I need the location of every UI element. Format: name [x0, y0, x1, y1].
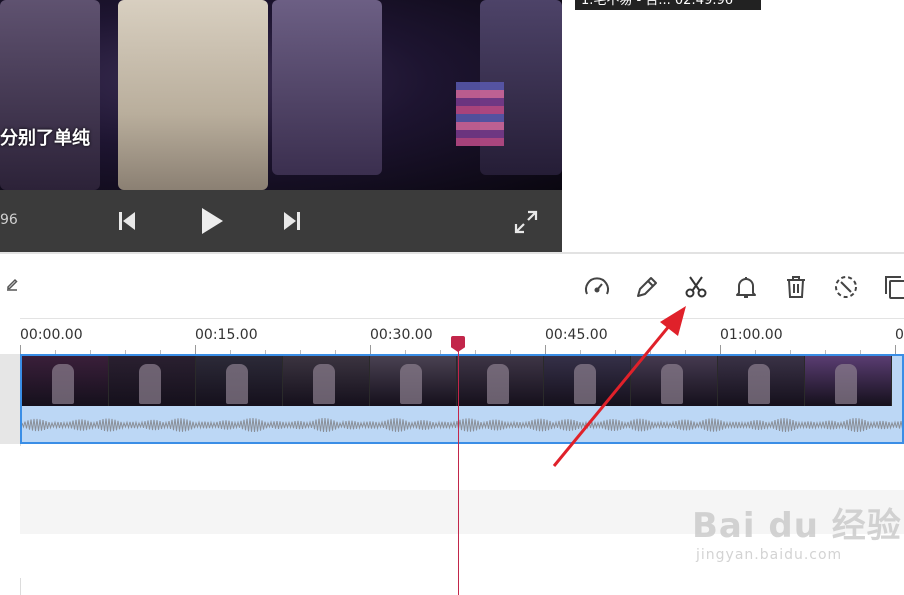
clip-thumbnail: [196, 356, 283, 406]
baidu-watermark: Bai du 经验 jingyan.baidu.com: [692, 498, 902, 563]
skip-back-icon[interactable]: [118, 210, 136, 236]
mosaic-blur: [456, 82, 504, 146]
pencil-small-icon[interactable]: [2, 274, 22, 294]
tick-label: 00:15.00: [195, 327, 258, 343]
track-header-selected[interactable]: [0, 354, 20, 444]
performer-figure: [272, 0, 382, 175]
waveform-path: [22, 417, 902, 433]
trash-icon[interactable]: [781, 272, 811, 302]
tick-label: 0: [895, 327, 904, 343]
audio-waveform: [22, 417, 902, 433]
skip-forward-icon[interactable]: [283, 210, 301, 236]
time-display: 96: [0, 212, 18, 228]
playhead-line: [458, 344, 459, 595]
video-clip-track[interactable]: [20, 354, 904, 444]
fullscreen-icon[interactable]: [514, 210, 538, 238]
thumbnail-figure: [400, 364, 422, 404]
bell-icon[interactable]: [731, 272, 761, 302]
clip-thumbnail: [22, 356, 109, 406]
clip-thumbnail: [370, 356, 457, 406]
tick-label: 01:00.00: [720, 327, 783, 343]
video-preview: 分别了单纯: [0, 0, 562, 190]
edit-toolbar: [0, 254, 904, 318]
clip-thumbnail: [457, 356, 544, 406]
clip-thumbnails: [22, 356, 902, 406]
performer-figure: [0, 0, 100, 190]
clip-list-pane: [562, 0, 904, 252]
clip-list-item[interactable]: 1.毛不易 - 否... 02:49.96: [575, 0, 761, 10]
thumbnail-figure: [748, 364, 770, 404]
player-controls: 96: [0, 190, 562, 252]
thumbnail-figure: [52, 364, 74, 404]
clip-thumbnail: [283, 356, 370, 406]
clip-thumbnail: [805, 356, 892, 406]
play-icon[interactable]: [200, 206, 224, 240]
clip-thumbnail: [718, 356, 805, 406]
clip-thumbnail: [109, 356, 196, 406]
tick-label: 00:30.00: [370, 327, 433, 343]
thumbnail-figure: [313, 364, 335, 404]
pencil-icon[interactable]: [632, 272, 662, 302]
crop-rotate-icon[interactable]: [831, 272, 861, 302]
copy-icon[interactable]: [880, 272, 904, 302]
tick-label: 00:00.00: [20, 327, 83, 343]
thumbnail-figure: [487, 364, 509, 404]
watermark-site: jingyan.baidu.com: [696, 547, 843, 563]
speed-icon[interactable]: [582, 272, 612, 302]
watermark-brand: Bai du 经验: [692, 506, 902, 546]
scissors-icon[interactable]: [681, 272, 711, 302]
empty-track-lane[interactable]: [20, 446, 904, 491]
performer-figure: [118, 0, 268, 190]
thumbnail-figure: [226, 364, 248, 404]
thumbnail-figure: [835, 364, 857, 404]
video-subtitle: 分别了单纯: [0, 128, 90, 149]
thumbnail-figure: [139, 364, 161, 404]
annotation-arrow: [552, 306, 686, 467]
